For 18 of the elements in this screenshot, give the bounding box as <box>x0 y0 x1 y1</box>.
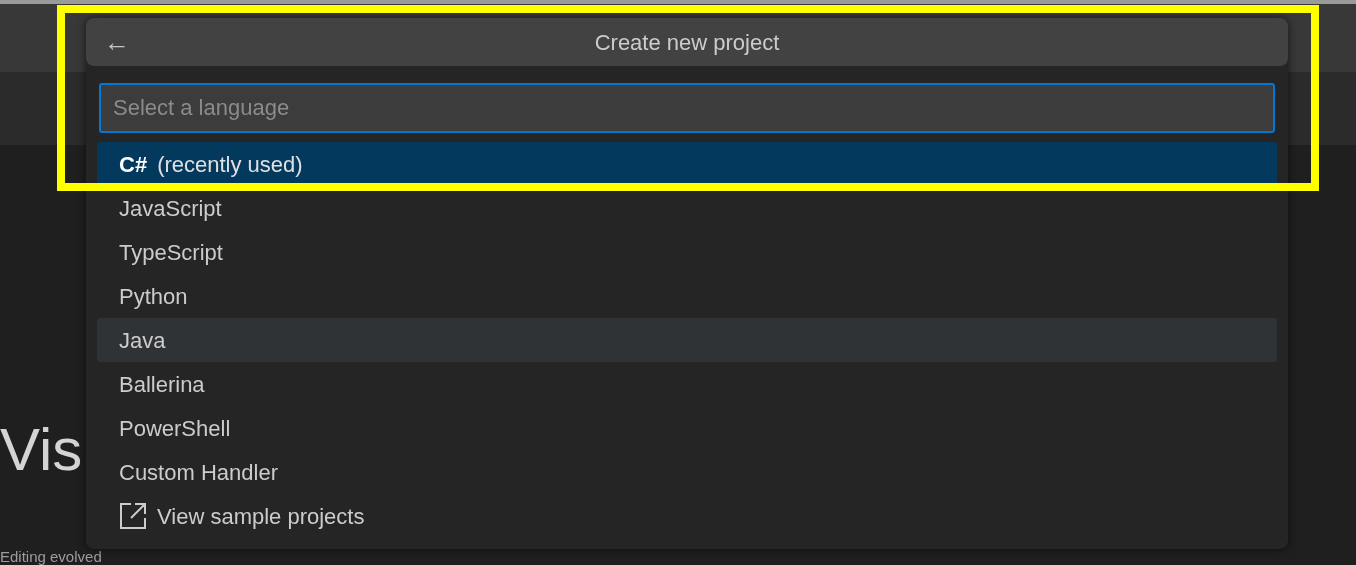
sample-projects-link[interactable]: View sample projects <box>97 494 1277 538</box>
quick-pick-title: Create new project <box>594 28 780 57</box>
language-option[interactable]: Python <box>97 274 1277 318</box>
option-description: (recently used) <box>157 150 303 179</box>
language-option[interactable]: Java <box>97 318 1277 362</box>
language-option[interactable]: TypeScript <box>97 230 1277 274</box>
language-option[interactable]: JavaScript <box>97 186 1277 230</box>
option-label: C# <box>119 150 148 179</box>
language-option[interactable]: C# (recently used) <box>97 142 1277 186</box>
welcome-subheading: Editing evolved <box>0 549 102 564</box>
language-search-field[interactable]: Select a language <box>99 83 1275 133</box>
link-label: View sample projects <box>157 502 365 531</box>
welcome-heading: Vis <box>0 420 83 480</box>
language-option[interactable]: Ballerina <box>97 362 1277 406</box>
back-button[interactable]: ← <box>102 26 132 58</box>
language-option[interactable]: Custom Handler <box>97 450 1277 494</box>
external-link-icon <box>119 502 147 530</box>
language-option[interactable]: PowerShell <box>97 406 1277 450</box>
